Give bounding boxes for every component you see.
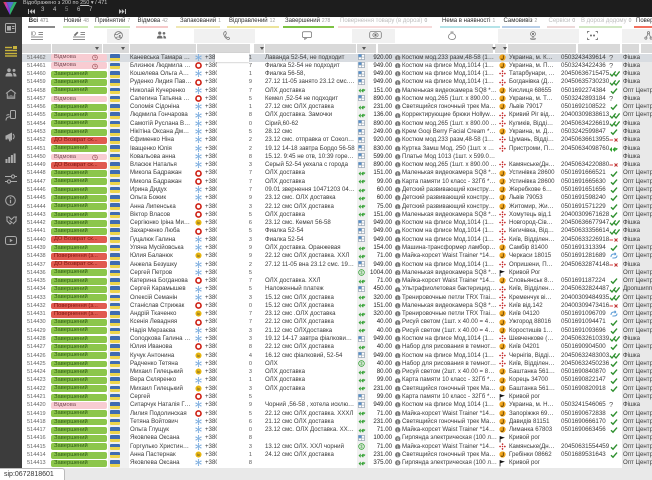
- svg-text:lc: lc: [197, 313, 200, 317]
- svg-text:lc: lc: [197, 354, 200, 358]
- svg-text:lc: lc: [197, 453, 200, 457]
- svg-text:lc: lc: [197, 255, 200, 259]
- svg-text:$: $: [360, 362, 363, 367]
- svg-text:$: $: [360, 444, 363, 449]
- svg-text:lc: lc: [197, 221, 200, 225]
- svg-text:lc: lc: [197, 387, 200, 391]
- svg-text:lc: lc: [197, 370, 200, 374]
- svg-text:ID: ID: [31, 32, 36, 38]
- svg-text:$: $: [360, 271, 363, 276]
